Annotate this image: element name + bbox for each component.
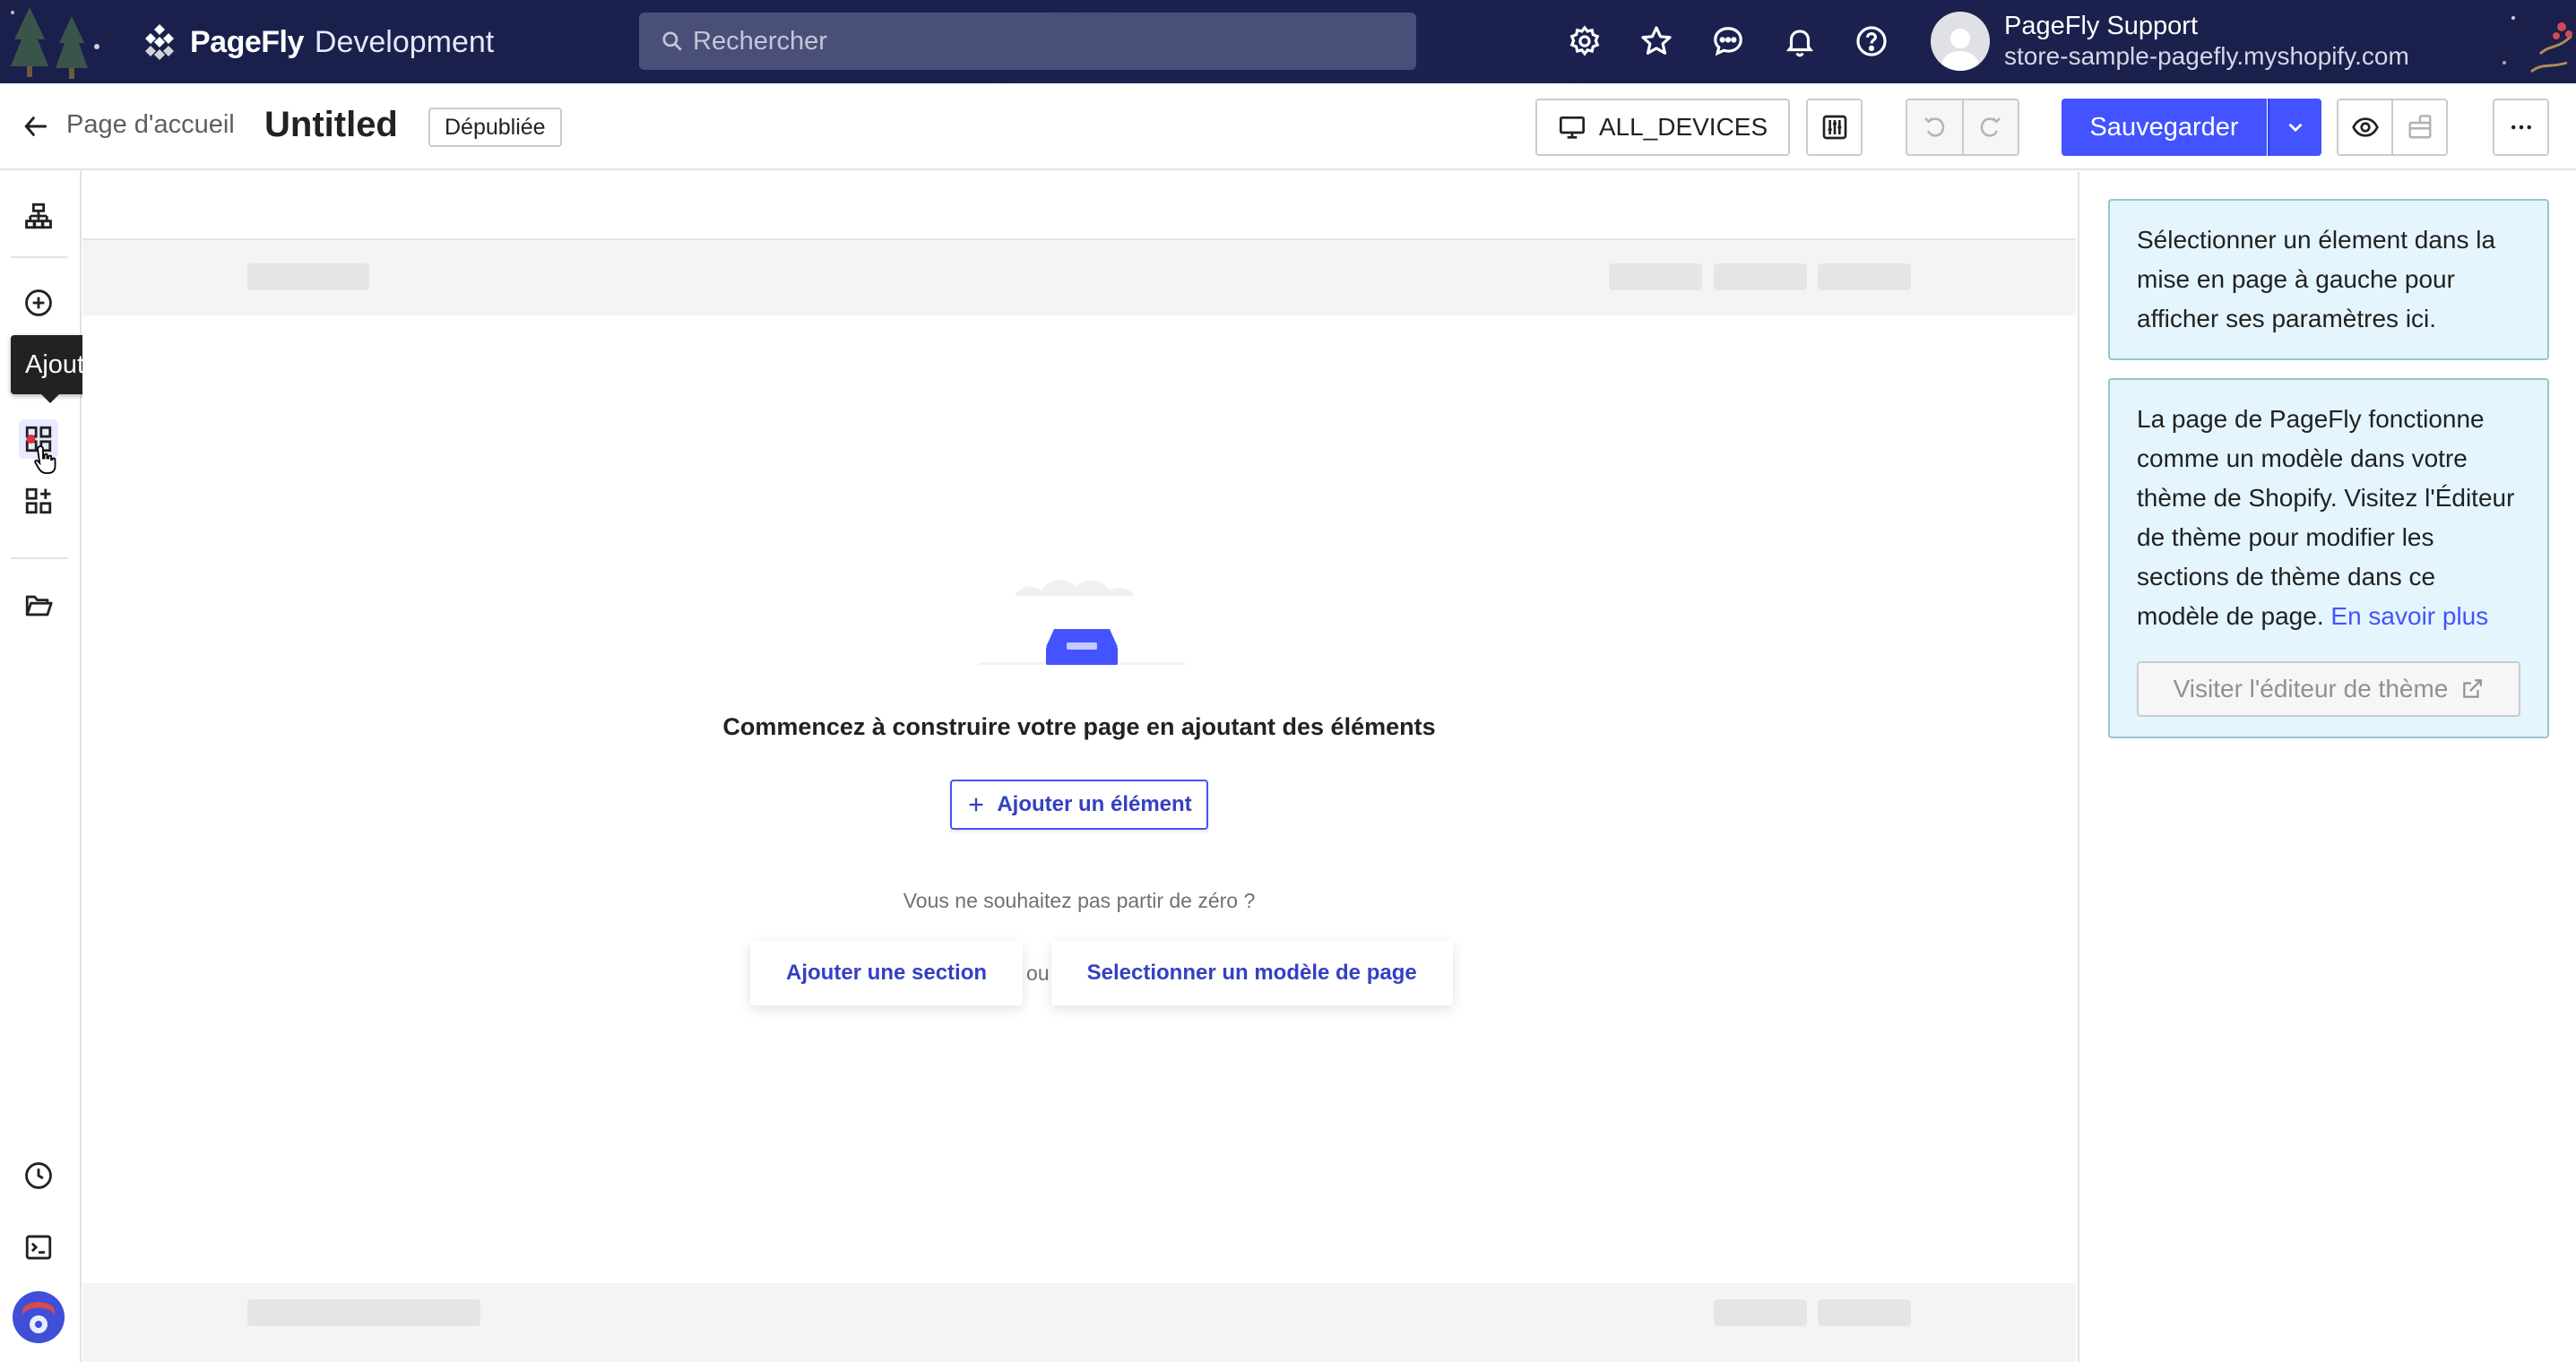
christmas-trees-decoration — [11, 7, 99, 79]
page-title[interactable]: Untitled — [264, 105, 398, 145]
redo-button[interactable] — [1964, 100, 2018, 154]
selection-hint-box: Sélectionner un élement dans la mise en … — [2108, 199, 2549, 360]
more-horizontal-icon — [2511, 125, 2531, 130]
preview-group — [2337, 99, 2448, 156]
visit-theme-label: Visiter l'éditeur de thème — [2173, 675, 2449, 703]
back-button[interactable] — [22, 107, 57, 146]
empty-inbox-illustration — [979, 580, 1185, 665]
add-element-rail-button[interactable] — [19, 283, 58, 323]
undo-button[interactable] — [1907, 100, 1964, 154]
device-label: ALL_DEVICES — [1598, 113, 1768, 141]
device-selector[interactable]: ALL_DEVICES — [1535, 99, 1790, 156]
search-input[interactable]: Rechercher — [639, 13, 1416, 70]
properties-panel: Sélectionner un élement dans la mise en … — [2078, 172, 2576, 1362]
save-options-dropdown[interactable] — [2268, 99, 2321, 156]
avatar — [1931, 12, 1990, 71]
empty-state-title: Commencez à construire votre page en ajo… — [722, 713, 1436, 740]
theme-info-box: La page de PageFly fonctionne comme un m… — [2108, 378, 2549, 738]
or-separator: ou — [1026, 961, 1050, 985]
skeleton-bar — [1714, 263, 1807, 290]
top-icons — [1564, 18, 1892, 65]
widgets-button[interactable] — [19, 481, 58, 521]
skeleton-bar — [247, 1299, 480, 1326]
add-element-button[interactable]: Ajouter un élément — [950, 780, 1208, 830]
more-actions-button[interactable] — [2493, 99, 2549, 156]
layout-icon — [2408, 115, 2431, 139]
undo-icon — [1924, 117, 1945, 137]
help-button[interactable] — [1851, 18, 1892, 65]
search-placeholder: Rechercher — [693, 26, 827, 56]
back-link[interactable]: Page d'accueil — [66, 110, 235, 140]
learn-more-link[interactable]: En savoir plus — [2330, 602, 2488, 630]
plus-circle-icon — [25, 289, 52, 316]
footer-placeholder — [82, 1283, 2076, 1362]
sitemap-icon — [25, 203, 52, 229]
status-badge: Dépubliée — [428, 108, 562, 147]
chat-icon — [1714, 27, 1742, 56]
external-link-icon — [2463, 679, 2483, 698]
history-button[interactable] — [19, 1156, 58, 1195]
brand-subtitle: Development — [314, 24, 495, 59]
sliders-icon — [1822, 115, 1846, 140]
assistant-avatar-icon — [13, 1291, 65, 1343]
favorites-button[interactable] — [1636, 18, 1677, 65]
gear-icon — [1569, 25, 1600, 56]
user-silhouette-icon — [1941, 29, 1980, 71]
saved-sections-button[interactable] — [19, 586, 58, 625]
selection-hint-text: Sélectionner un élement dans la mise en … — [2137, 226, 2496, 332]
undo-redo-group — [1906, 99, 2019, 156]
alternative-actions: Ajouter une section ou Selectionner un m… — [750, 941, 1453, 1005]
brand[interactable]: PageFly Development — [140, 22, 494, 63]
chat-button[interactable] — [1707, 18, 1749, 65]
add-element-label: Ajouter un élément — [997, 792, 1192, 816]
page-settings-button[interactable] — [1806, 99, 1863, 156]
user-name: PageFly Support — [2004, 12, 2199, 40]
notifications-button[interactable] — [1779, 18, 1820, 65]
skeleton-bar — [1818, 1299, 1911, 1326]
bell-icon — [1785, 30, 1814, 57]
folder-open-icon — [25, 595, 53, 616]
pagefly-assistant-avatar[interactable] — [12, 1290, 65, 1344]
desktop-icon — [1559, 116, 1585, 139]
user-store: store-sample-pagefly.myshopify.com — [2004, 42, 2409, 70]
editor-toolbar: Page d'accueil Untitled Dépubliée ALL_DE… — [0, 83, 2576, 170]
clock-icon — [25, 1162, 52, 1189]
save-button[interactable]: Sauvegarder — [2062, 99, 2267, 156]
terminal-icon — [25, 1235, 52, 1260]
empty-state-subtitle: Vous ne souhaitez pas partir de zéro ? — [903, 889, 1256, 912]
star-icon — [1641, 26, 1672, 55]
plus-icon — [969, 797, 983, 812]
publish-options-button[interactable] — [2393, 100, 2446, 154]
theme-info-text: La page de PageFly fonctionne comme un m… — [2137, 405, 2515, 630]
skeleton-bar — [1714, 1299, 1807, 1326]
search-icon — [662, 31, 682, 51]
arrow-left-icon — [24, 116, 48, 136]
rail-divider — [11, 557, 68, 559]
user-menu[interactable]: PageFly Support store-sample-pagefly.mys… — [1931, 11, 2409, 72]
skeleton-bar — [1818, 263, 1911, 290]
settings-gear-button[interactable] — [1564, 18, 1605, 65]
eye-icon — [2351, 117, 2379, 137]
rail-divider — [11, 256, 68, 258]
header-placeholder — [82, 238, 2076, 315]
visit-theme-editor-button[interactable]: Visiter l'éditeur de thème — [2137, 661, 2520, 717]
preview-button[interactable] — [2338, 100, 2393, 154]
page-canvas[interactable]: Commencez à construire votre page en ajo… — [82, 172, 2076, 1362]
redo-icon — [1980, 117, 2001, 137]
skeleton-bar — [247, 263, 369, 290]
skeleton-bar — [1609, 263, 1702, 290]
help-icon — [1856, 26, 1887, 56]
add-widget-icon — [25, 487, 52, 514]
holly-decoration — [2503, 16, 2573, 73]
brand-name: PageFly — [190, 24, 304, 59]
page-outline-button[interactable] — [19, 196, 58, 236]
cursor-hand-icon — [34, 445, 56, 474]
select-template-button[interactable]: Selectionner un modèle de page — [1050, 941, 1453, 1005]
top-bar: PageFly Development Rechercher PageFly S… — [0, 0, 2576, 83]
add-section-button[interactable]: Ajouter une section — [750, 941, 1024, 1005]
pagefly-logo-icon — [145, 24, 174, 60]
custom-code-button[interactable] — [19, 1228, 58, 1267]
chevron-down-icon — [2288, 123, 2303, 133]
